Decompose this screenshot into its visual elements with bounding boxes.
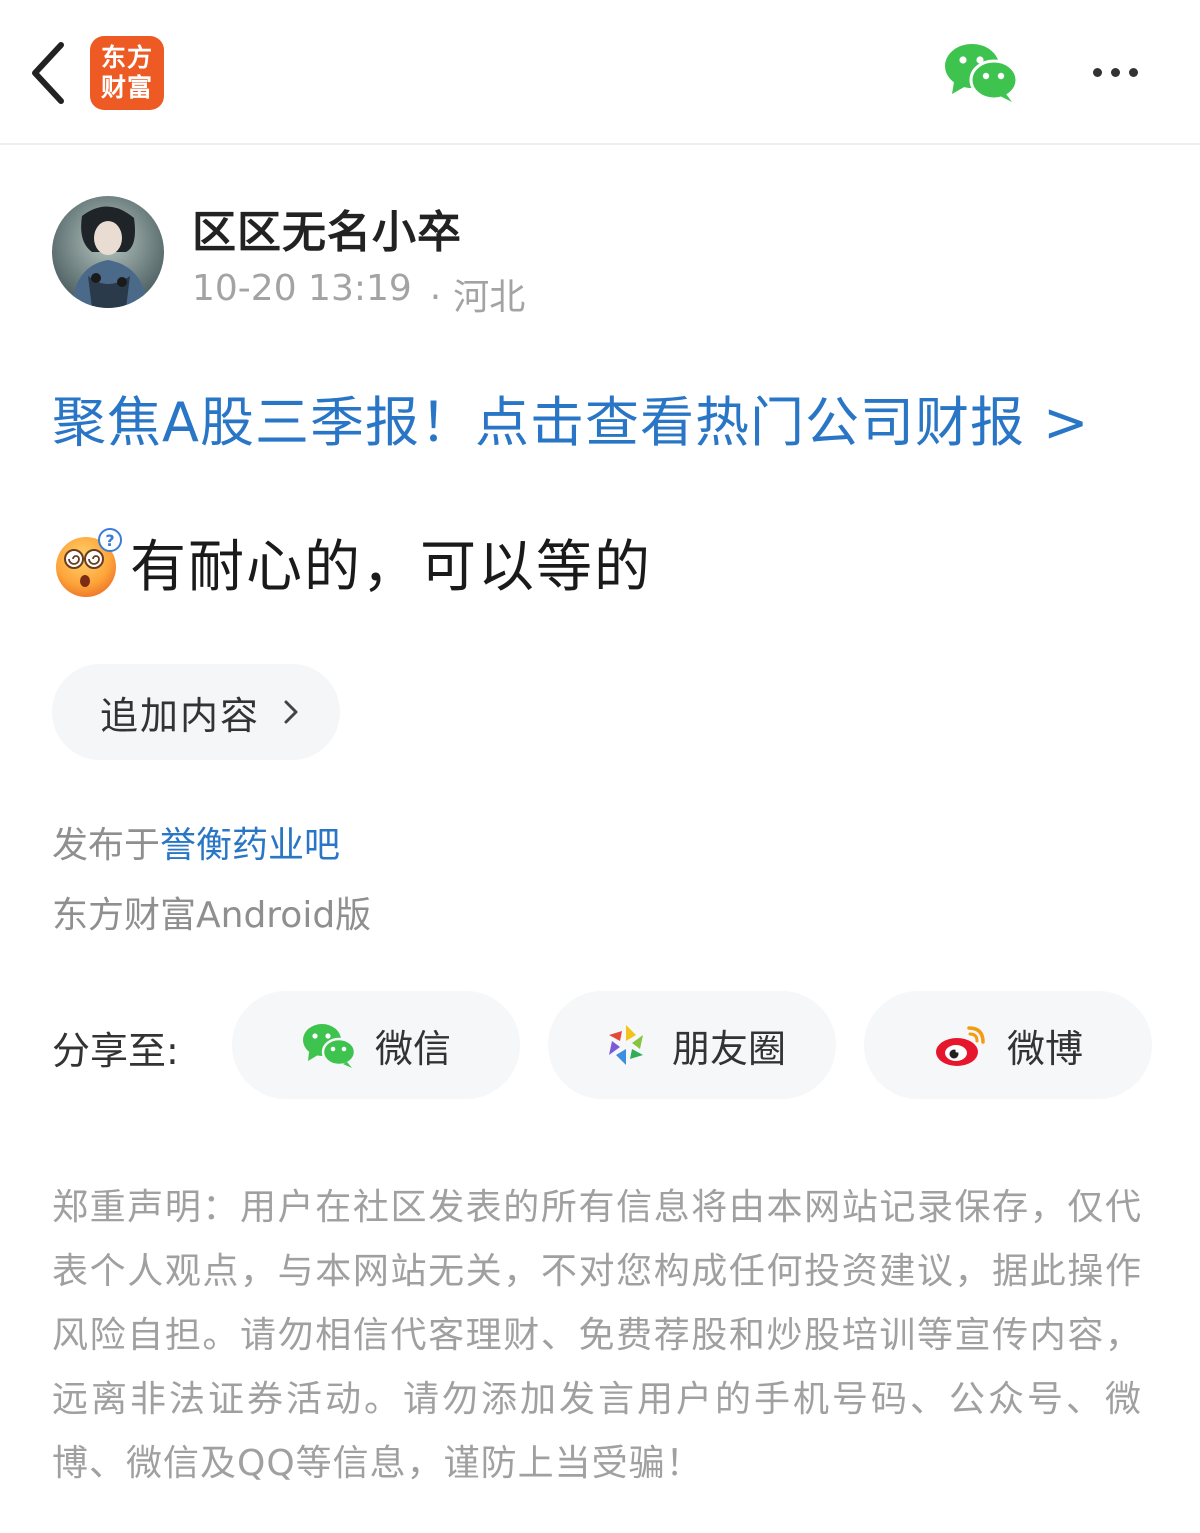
wechat-share-button[interactable]	[942, 40, 1020, 102]
logo-line-2: 财富	[100, 73, 153, 102]
post-location: 河北	[430, 268, 525, 320]
logo-line-1: 东方	[100, 43, 153, 72]
top-bar: 东方 财富	[0, 0, 1200, 145]
share-moments-label: 朋友圈	[671, 1026, 786, 1071]
post-meta: 10-20 13:19 河北	[192, 268, 525, 320]
author-name[interactable]: 区区无名小卒	[192, 196, 462, 260]
share-weibo-button[interactable]: 微博	[864, 991, 1152, 1099]
app-logo: 东方 财富	[90, 36, 164, 110]
append-content-label: 追加内容	[100, 693, 261, 738]
wechat-icon	[302, 1024, 357, 1068]
thinking-dizzy-emoji-icon: ?	[56, 527, 122, 597]
published-in: 发布于誉衡药业吧	[52, 816, 340, 868]
back-button[interactable]	[22, 38, 72, 108]
disclaimer-text: 郑重声明：用户在社区发表的所有信息将由本网站记录保存，仅代表个人观点，与本网站无…	[52, 1187, 1142, 1484]
share-moments-button[interactable]: 朋友圈	[548, 991, 836, 1099]
weibo-icon	[935, 1026, 985, 1066]
share-wechat-button[interactable]: 微信	[232, 991, 520, 1099]
share-weibo-label: 微博	[1006, 1026, 1083, 1071]
more-button[interactable]	[1080, 52, 1150, 92]
stock-bar-link[interactable]: 誉衡药业吧	[160, 825, 340, 866]
share-wechat-label: 微信	[374, 1026, 451, 1071]
post-text: 有耐心的，可以等的	[130, 535, 652, 600]
moments-icon	[608, 1025, 643, 1065]
append-content-button[interactable]: 追加内容	[52, 664, 340, 760]
svg-text:?: ?	[105, 531, 114, 550]
published-prefix: 发布于	[52, 825, 161, 866]
promo-banner-link[interactable]: 聚焦A股三季报！点击查看热门公司财报 >	[52, 378, 1089, 457]
post-time: 10-20 13:19	[192, 268, 412, 309]
avatar[interactable]	[52, 196, 164, 308]
more-dots-icon	[1092, 67, 1102, 77]
chevron-right-icon	[284, 700, 298, 724]
chevron-left-icon	[32, 42, 64, 104]
client-source: 东方财富Android版	[52, 895, 372, 936]
post-content: ? 有耐心的，可以等的	[52, 522, 652, 603]
share-label: 分享至:	[52, 1029, 179, 1073]
